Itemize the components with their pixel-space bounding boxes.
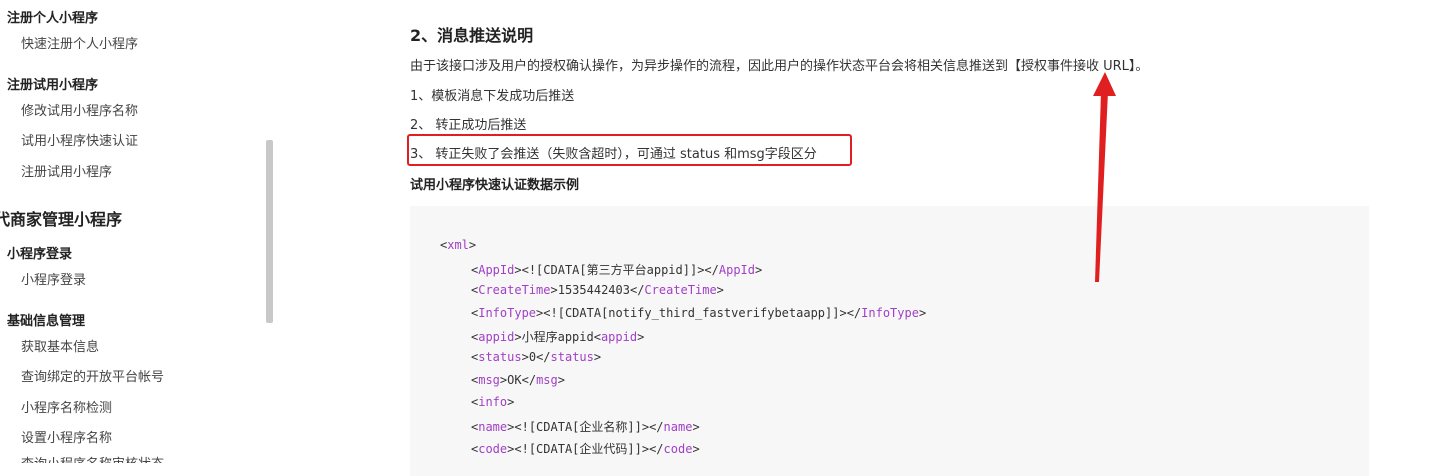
xml-tag: name: [663, 420, 693, 434]
sidebar-item-register-beta[interactable]: 注册试用小程序: [21, 161, 112, 180]
sidebar-scrollbar[interactable]: [266, 140, 273, 323]
code-line: <code><![CDATA[企业代码]]></code>: [471, 442, 700, 456]
xml-tag: appid: [600, 330, 638, 344]
xml-value: OK: [507, 373, 522, 387]
sidebar-group-register-beta: 注册试用小程序: [7, 78, 99, 93]
xml-tag: info: [478, 395, 508, 409]
xml-value: 小程序appid<: [521, 330, 601, 344]
xml-value: <![CDATA[第三方平台appid]]>: [521, 263, 705, 277]
section-heading: 2、消息推送说明: [410, 26, 534, 45]
xml-value: 0: [528, 350, 537, 364]
code-block: <xml> <AppId><![CDATA[第三方平台appid]]></App…: [410, 206, 1369, 476]
sidebar-group-login: 小程序登录: [7, 247, 73, 262]
sidebar-group-basic-info: 基础信息管理: [7, 314, 86, 329]
code-line: <AppId><![CDATA[第三方平台appid]]></AppId>: [471, 263, 763, 277]
point-1: 1、模板消息下发成功后推送: [410, 89, 575, 104]
xml-tag: appid: [478, 330, 515, 344]
xml-tag: AppId: [478, 263, 515, 277]
xml-tag: code: [663, 442, 693, 456]
sidebar-item-bound-open-account[interactable]: 查询绑定的开放平台帐号: [21, 366, 164, 385]
xml-tag: AppId: [718, 263, 755, 277]
xml-tag: msg: [536, 373, 558, 387]
code-line: <msg>OK</msg>: [471, 373, 565, 387]
sidebar-item-fast-register-personal[interactable]: 快速注册个人小程序: [21, 33, 138, 52]
code-line: <info>: [471, 395, 515, 409]
xml-value: >: [637, 330, 645, 344]
code-line: <CreateTime>1535442403</CreateTime>: [471, 283, 724, 297]
xml-tag: msg: [478, 373, 500, 387]
code-line: <name><![CDATA[企业名称]]></name>: [471, 420, 700, 434]
sidebar-item-get-basic-info[interactable]: 获取基本信息: [21, 336, 99, 355]
sidebar-section-merchant-manage: 代商家管理小程序: [0, 210, 123, 229]
xml-tag: status: [478, 350, 522, 364]
point-2: 2、 转正成功后推送: [410, 118, 527, 133]
xml-value: <![CDATA[notify_third_fastverifybetaapp]…: [543, 306, 847, 320]
arrow-head: [1093, 72, 1116, 96]
sidebar-item-modify-beta-name[interactable]: 修改试用小程序名称: [21, 100, 138, 119]
sidebar-item-name-audit-status[interactable]: 查询小程序名称审核状态: [21, 453, 164, 463]
xml-tag: status: [550, 350, 594, 364]
sidebar-group-register-personal: 注册个人小程序: [7, 11, 99, 26]
intro-paragraph: 由于该接口涉及用户的授权确认操作，为异步操作的流程，因此用户的操作状态平台会将相…: [410, 59, 1149, 74]
xml-value: 1535442403: [557, 283, 630, 297]
highlight-annotation-box: [407, 134, 852, 166]
sidebar-item-set-name[interactable]: 设置小程序名称: [21, 427, 112, 446]
xml-tag: code: [478, 442, 508, 456]
code-line: <appid>小程序appid<appid>: [471, 330, 645, 344]
xml-tag: CreateTime: [478, 283, 551, 297]
xml-tag: InfoType: [478, 306, 537, 320]
xml-tag: name: [478, 420, 508, 434]
example-title: 试用小程序快速认证数据示例: [410, 178, 580, 193]
code-line: <xml>: [440, 238, 477, 252]
code-line: <InfoType><![CDATA[notify_third_fastveri…: [471, 306, 927, 320]
code-line: <status>0</status>: [471, 350, 602, 364]
xml-value: <![CDATA[企业名称]]>: [514, 420, 650, 434]
xml-tag: xml: [447, 238, 469, 252]
xml-tag: InfoType: [861, 306, 919, 320]
xml-value: <![CDATA[企业代码]]>: [514, 442, 650, 456]
xml-tag: CreateTime: [644, 283, 717, 297]
sidebar-item-name-check[interactable]: 小程序名称检测: [21, 397, 112, 416]
sidebar-item-login[interactable]: 小程序登录: [21, 269, 86, 288]
sidebar-nav: 注册个人小程序 快速注册个人小程序 注册试用小程序 修改试用小程序名称 试用小程…: [0, 0, 268, 463]
sidebar-item-beta-fast-verify[interactable]: 试用小程序快速认证: [21, 130, 138, 149]
